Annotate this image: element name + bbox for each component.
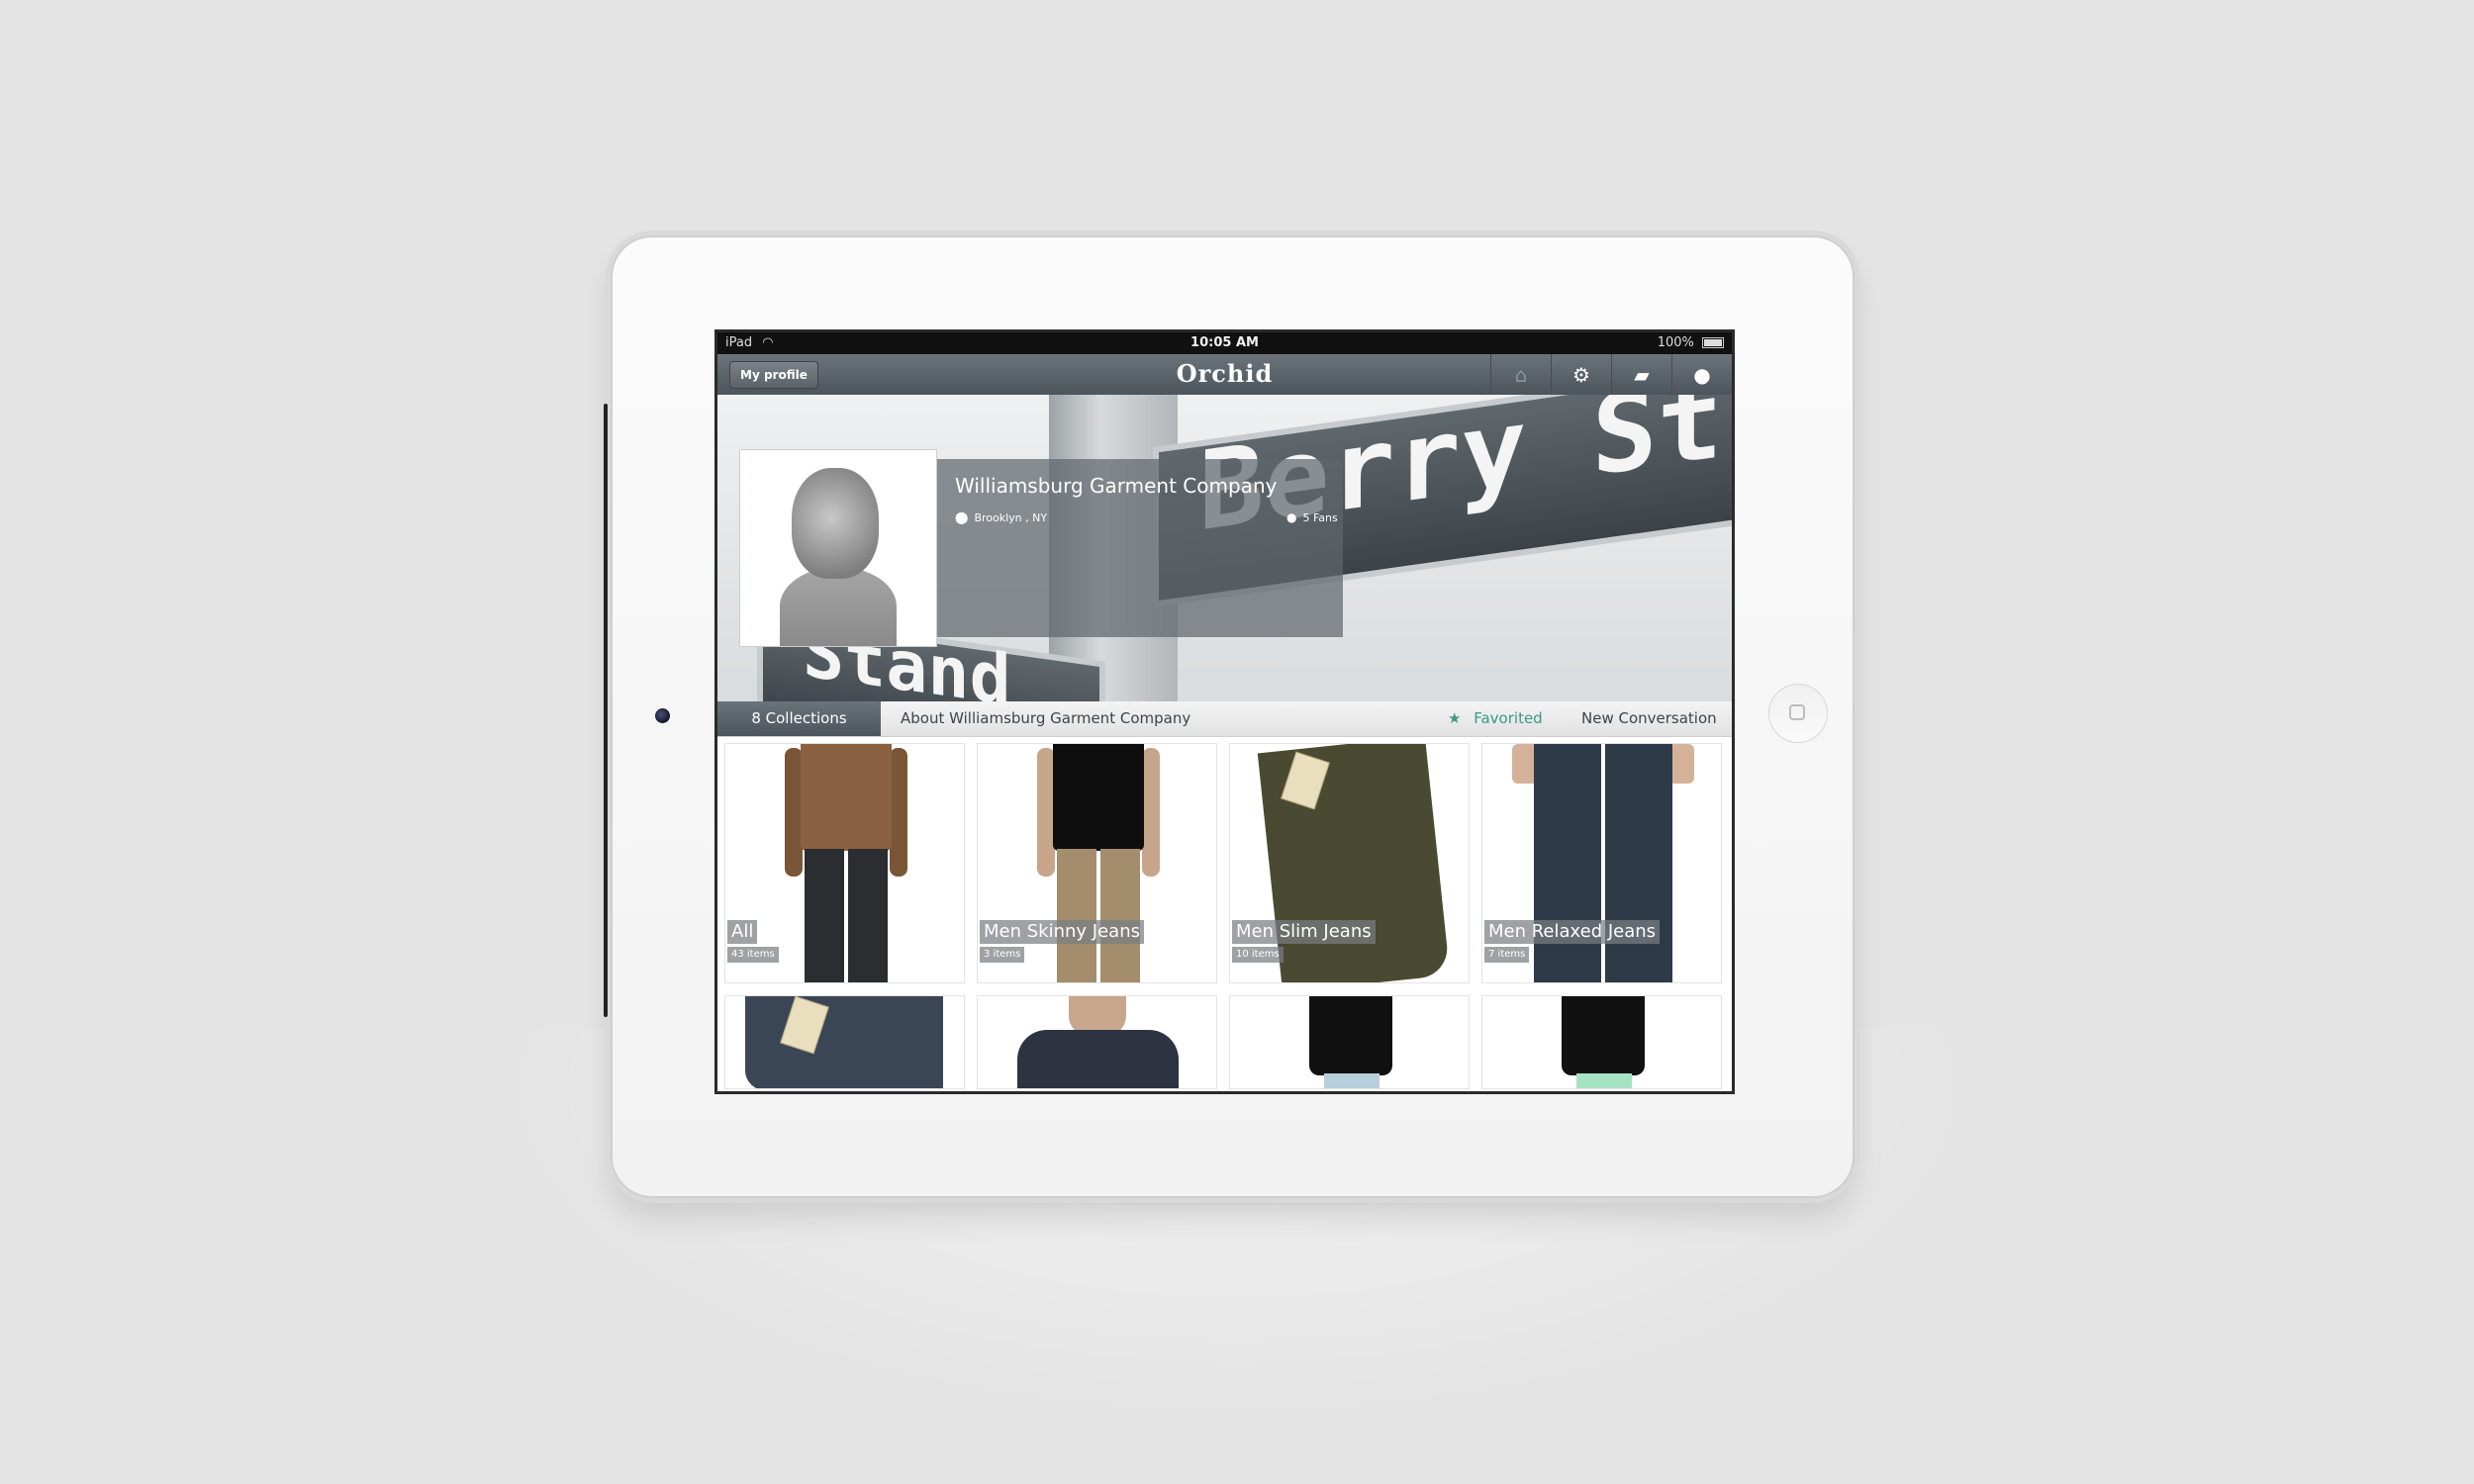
fans-label: 5 Fans (1302, 511, 1338, 524)
collection-count: 43 items (727, 947, 779, 963)
collection-card[interactable]: All 43 items (724, 743, 965, 983)
collection-count: 3 items (980, 947, 1025, 963)
product-image (978, 996, 1216, 1088)
collection-title: Men Relaxed Jeans (1484, 920, 1661, 944)
company-name: Williamsburg Garment Company (955, 474, 1278, 498)
collection-card[interactable] (724, 995, 965, 1089)
fans-count[interactable]: ● 5 Fans (1286, 510, 1338, 524)
product-image (1482, 996, 1721, 1088)
collection-count: 10 items (1232, 947, 1284, 963)
chat-icon[interactable]: ▰ (1611, 354, 1671, 395)
profile-header: Berry St Stand St Williamsburg Garment C… (717, 395, 1732, 701)
collection-count: 7 items (1484, 947, 1530, 963)
product-image (1230, 996, 1469, 1088)
battery-label: 100% (1657, 335, 1694, 350)
user-icon: ● (1286, 510, 1297, 524)
battery-icon (1702, 337, 1724, 348)
status-bar: iPad ◠ 10:05 AM 100% (717, 332, 1732, 354)
basket-icon[interactable]: ⌂ (1490, 354, 1551, 395)
collection-card[interactable]: Men Slim Jeans 10 items (1229, 743, 1470, 983)
collection-card[interactable] (1229, 995, 1470, 1089)
star-icon: ★ (1448, 709, 1462, 727)
profile-tabs: 8 Collections About Williamsburg Garment… (717, 701, 1732, 737)
product-image (725, 996, 964, 1088)
user-icon[interactable]: ● (1671, 354, 1732, 395)
app-screen: iPad ◠ 10:05 AM 100% My profile Orchid ⌂… (714, 329, 1735, 1094)
location-label: Brooklyn , NY (974, 511, 1048, 524)
collection-card[interactable]: Men Relaxed Jeans 7 items (1481, 743, 1722, 983)
collection-card[interactable]: Men Skinny Jeans 3 items (977, 743, 1217, 983)
camera-icon (655, 708, 670, 723)
collection-card[interactable] (1481, 995, 1722, 1089)
collection-title: Men Slim Jeans (1232, 920, 1376, 944)
location: ⬤ Brooklyn , NY (955, 510, 1047, 524)
avatar[interactable] (739, 449, 937, 647)
gear-icon[interactable]: ⚙ (1551, 354, 1611, 395)
home-button[interactable] (1768, 684, 1828, 743)
collections-grid: All 43 items Men Skinny Jeans 3 items Me… (724, 743, 1732, 1089)
favorited-label: Favorited (1474, 709, 1543, 727)
favorited-button[interactable]: ★ Favorited (1448, 701, 1543, 736)
tab-collections[interactable]: 8 Collections (717, 701, 881, 736)
clock: 10:05 AM (1190, 335, 1259, 350)
new-conversation-button[interactable]: New Conversation (1581, 701, 1717, 736)
location-pin-icon: ⬤ (955, 510, 969, 524)
nav-bar: My profile Orchid ⌂ ⚙ ▰ ● (717, 354, 1732, 396)
nav-actions: ⌂ ⚙ ▰ ● (1490, 354, 1732, 395)
collection-title: Men Skinny Jeans (980, 920, 1144, 944)
collection-title: All (727, 920, 758, 944)
collection-card[interactable] (977, 995, 1217, 1089)
tab-about[interactable]: About Williamsburg Garment Company (901, 701, 1190, 736)
